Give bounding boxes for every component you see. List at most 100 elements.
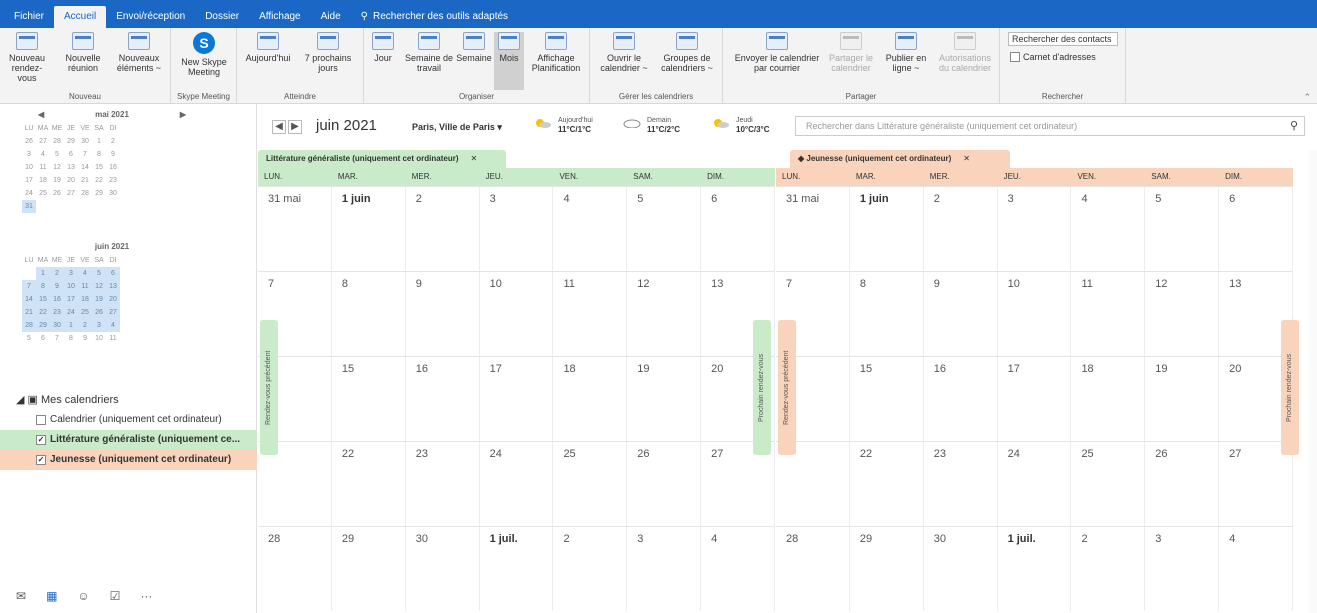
checkbox-checked-icon[interactable]: ✓ bbox=[36, 435, 46, 445]
day-cell[interactable]: 11 bbox=[1071, 272, 1146, 356]
day-cell[interactable]: 15 bbox=[332, 357, 406, 441]
mini-day[interactable]: 11 bbox=[78, 280, 92, 293]
mini-day[interactable]: 1 bbox=[64, 319, 78, 332]
mini-day[interactable]: 12 bbox=[92, 280, 106, 293]
tell-me-search[interactable]: ⚲ Rechercher des outils adaptés bbox=[351, 6, 518, 28]
day-cell[interactable]: 2 bbox=[406, 187, 480, 271]
schedule-view-button[interactable]: Affichage Planification bbox=[530, 32, 582, 73]
mini-day[interactable]: 4 bbox=[106, 319, 120, 332]
view-month-button[interactable]: Mois bbox=[494, 32, 524, 90]
mini-day[interactable]: 25 bbox=[36, 187, 50, 200]
day-cell[interactable]: 9 bbox=[924, 272, 998, 356]
mini-day[interactable]: 8 bbox=[64, 332, 78, 345]
next-month-arrow-icon[interactable]: ▶ bbox=[180, 110, 186, 119]
mini-day[interactable]: 22 bbox=[36, 306, 50, 319]
more-icon[interactable]: ··· bbox=[140, 589, 152, 603]
day-cell[interactable]: 3 bbox=[998, 187, 1072, 271]
day-cell[interactable]: 3 bbox=[1145, 527, 1220, 611]
day-cell[interactable]: 24 bbox=[998, 442, 1072, 526]
search-contacts-input[interactable]: Rechercher des contacts bbox=[1008, 32, 1118, 46]
view-week-button[interactable]: Semaine bbox=[456, 32, 492, 63]
mini-day[interactable]: 23 bbox=[50, 306, 64, 319]
mini-day[interactable]: 7 bbox=[50, 332, 64, 345]
new-skype-meeting-button[interactable]: S New Skype Meeting bbox=[179, 32, 229, 77]
mini-day[interactable]: 29 bbox=[64, 135, 78, 148]
mini-day[interactable]: 10 bbox=[92, 332, 106, 345]
mini-day[interactable]: 23 bbox=[106, 174, 120, 187]
mini-day[interactable]: 27 bbox=[106, 306, 120, 319]
mini-day[interactable]: 26 bbox=[50, 187, 64, 200]
day-cell[interactable]: 26 bbox=[1145, 442, 1220, 526]
day-cell[interactable]: 29 bbox=[850, 527, 924, 611]
mini-day[interactable]: 31 bbox=[22, 200, 36, 213]
day-cell[interactable]: 1 juin bbox=[850, 187, 924, 271]
day-cell[interactable]: 9 bbox=[406, 272, 480, 356]
day-cell[interactable]: 31 mai bbox=[776, 187, 850, 271]
day-cell[interactable]: 3 bbox=[627, 527, 702, 611]
day-cell[interactable]: 26 bbox=[627, 442, 702, 526]
day-cell[interactable]: 24 bbox=[480, 442, 554, 526]
mini-day[interactable]: 1 bbox=[36, 267, 50, 280]
mini-day[interactable]: 15 bbox=[36, 293, 50, 306]
day-cell[interactable]: 10 bbox=[480, 272, 554, 356]
mini-day[interactable]: 18 bbox=[78, 293, 92, 306]
mini-day[interactable]: 12 bbox=[50, 161, 64, 174]
mini-day[interactable]: 30 bbox=[78, 135, 92, 148]
mini-day[interactable]: 8 bbox=[92, 148, 106, 161]
mini-day[interactable]: 28 bbox=[78, 187, 92, 200]
calendar-tab[interactable]: ◆ Jeunesse (uniquement cet ordinateur) ✕ bbox=[790, 150, 1010, 168]
mini-day[interactable]: 6 bbox=[106, 267, 120, 280]
day-cell[interactable]: 29 bbox=[332, 527, 406, 611]
day-cell[interactable]: 17 bbox=[480, 357, 554, 441]
day-cell[interactable]: 5 bbox=[1145, 187, 1220, 271]
calendar-permissions-button[interactable]: Autorisations du calendrier bbox=[935, 32, 995, 73]
day-cell[interactable]: 30 bbox=[406, 527, 480, 611]
mini-day[interactable]: 16 bbox=[50, 293, 64, 306]
share-calendar-button[interactable]: Partager le calendrier bbox=[825, 32, 877, 73]
previous-appointment-button[interactable]: Rendez-vous précédent bbox=[778, 320, 796, 455]
mini-day[interactable]: 2 bbox=[50, 267, 64, 280]
tab-fichier[interactable]: Fichier bbox=[4, 6, 54, 28]
day-cell[interactable]: 2 bbox=[924, 187, 998, 271]
day-cell[interactable]: 31 mai bbox=[258, 187, 332, 271]
publish-online-button[interactable]: Publier en ligne ~ bbox=[879, 32, 933, 73]
next-appointment-button[interactable]: Prochain rendez-vous bbox=[753, 320, 771, 455]
day-cell[interactable]: 19 bbox=[627, 357, 702, 441]
prev-month-icon[interactable]: ◀ bbox=[272, 120, 286, 134]
calendar-item-default[interactable]: Calendrier (uniquement cet ordinateur) bbox=[0, 410, 257, 430]
mini-day[interactable]: 4 bbox=[36, 148, 50, 161]
mini-day[interactable]: 14 bbox=[22, 293, 36, 306]
close-icon[interactable]: ✕ bbox=[963, 154, 970, 163]
day-cell[interactable]: 16 bbox=[924, 357, 998, 441]
mini-day[interactable]: 20 bbox=[106, 293, 120, 306]
mini-day[interactable]: 26 bbox=[92, 306, 106, 319]
search-icon[interactable]: ⚲ bbox=[1290, 117, 1298, 135]
mini-day[interactable]: 19 bbox=[92, 293, 106, 306]
new-appointment-button[interactable]: Nouveau rendez-vous bbox=[4, 32, 50, 83]
mini-day[interactable]: 8 bbox=[36, 280, 50, 293]
mini-day[interactable]: 3 bbox=[92, 319, 106, 332]
mini-day[interactable]: 6 bbox=[64, 148, 78, 161]
mini-day[interactable]: 28 bbox=[22, 319, 36, 332]
mini-day[interactable]: 18 bbox=[36, 174, 50, 187]
new-meeting-button[interactable]: Nouvelle réunion bbox=[60, 32, 106, 73]
calendar-search-input[interactable]: Rechercher dans Littérature généraliste … bbox=[795, 116, 1305, 136]
mini-day[interactable]: 13 bbox=[64, 161, 78, 174]
mail-icon[interactable]: ✉ bbox=[16, 589, 26, 603]
day-cell[interactable]: 16 bbox=[406, 357, 480, 441]
view-day-button[interactable]: Jour bbox=[370, 32, 396, 63]
day-cell[interactable]: 15 bbox=[850, 357, 924, 441]
tab-accueil[interactable]: Accueil bbox=[54, 6, 107, 28]
mini-day[interactable]: 11 bbox=[106, 332, 120, 345]
today-button[interactable]: Aujourd'hui bbox=[243, 32, 293, 63]
mini-day[interactable]: 11 bbox=[36, 161, 50, 174]
mini-day[interactable]: 7 bbox=[78, 148, 92, 161]
day-cell[interactable]: 17 bbox=[998, 357, 1072, 441]
close-icon[interactable]: ✕ bbox=[470, 154, 477, 163]
mini-day[interactable]: 17 bbox=[64, 293, 78, 306]
new-items-button[interactable]: Nouveaux éléments ~ bbox=[112, 32, 166, 73]
mini-day[interactable]: 29 bbox=[36, 319, 50, 332]
vertical-scrollbar[interactable] bbox=[1309, 150, 1317, 613]
day-cell[interactable]: 6 bbox=[701, 187, 776, 271]
mini-day[interactable]: 27 bbox=[64, 187, 78, 200]
